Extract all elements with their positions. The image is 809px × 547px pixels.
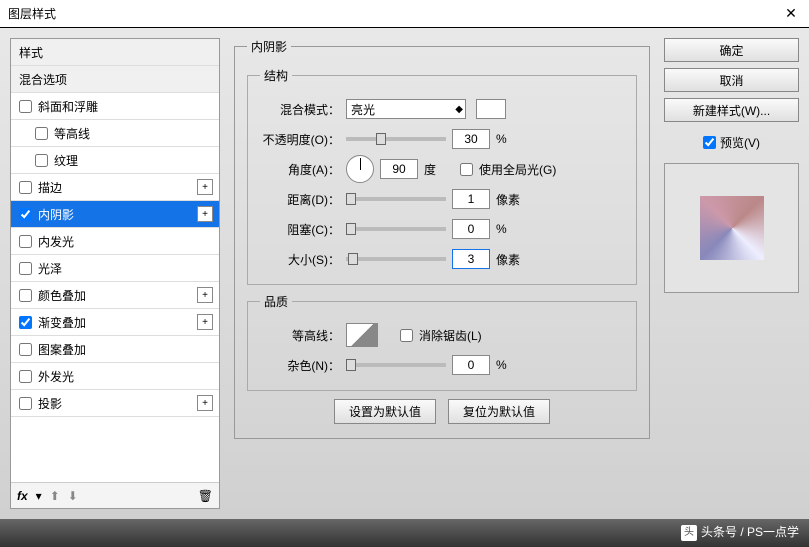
opacity-input[interactable] <box>452 129 490 149</box>
quality-group: 品质 等高线： 消除锯齿(L) 杂色(N)： % <box>247 293 637 391</box>
noise-input[interactable] <box>452 355 490 375</box>
sidebar-item-5[interactable]: 内发光 <box>11 228 219 255</box>
add-effect-icon[interactable]: + <box>197 287 213 303</box>
move-down-icon[interactable]: ⬇ <box>68 489 78 503</box>
list-footer: fx ▾ ⬆ ⬇ 🗑 <box>11 482 219 508</box>
sidebar-item-label: 渐变叠加 <box>38 314 86 331</box>
opacity-label: 不透明度(O)： <box>260 131 340 148</box>
angle-dial[interactable] <box>346 155 374 183</box>
trash-icon[interactable]: 🗑 <box>198 489 213 503</box>
sidebar-checkbox[interactable] <box>19 235 32 248</box>
list-header-styles[interactable]: 样式 <box>11 39 219 66</box>
sidebar-checkbox[interactable] <box>35 127 48 140</box>
blend-mode-select[interactable]: 亮光◆ <box>346 99 466 119</box>
antialias-checkbox[interactable] <box>400 329 413 342</box>
sidebar-item-label: 图案叠加 <box>38 341 86 358</box>
styles-list-panel: 样式 混合选项 斜面和浮雕等高线纹理描边 + 内阴影 + 内发光光泽颜色叠加 + 渐变叠加 +… <box>10 38 220 509</box>
global-light-checkbox[interactable] <box>460 163 473 176</box>
sidebar-item-label: 内阴影 <box>38 206 74 223</box>
sidebar-item-label: 光泽 <box>38 260 62 277</box>
blend-mode-label: 混合模式： <box>260 101 340 118</box>
sidebar-checkbox[interactable] <box>35 154 48 167</box>
close-icon[interactable]: ✕ <box>781 4 801 24</box>
sidebar-item-label: 外发光 <box>38 368 74 385</box>
choke-label: 阻塞(C)： <box>260 221 340 238</box>
ok-button[interactable]: 确定 <box>664 38 799 62</box>
distance-slider[interactable] <box>346 197 446 201</box>
sidebar-item-3[interactable]: 描边 + <box>11 174 219 201</box>
sidebar-checkbox[interactable] <box>19 397 32 410</box>
structure-group: 结构 混合模式： 亮光◆ 不透明度(O)： % 角度(A)： 度 <box>247 67 637 285</box>
size-slider[interactable] <box>346 257 446 261</box>
add-effect-icon[interactable]: + <box>197 395 213 411</box>
size-input[interactable] <box>452 249 490 269</box>
add-effect-icon[interactable]: + <box>197 314 213 330</box>
sidebar-item-label: 斜面和浮雕 <box>38 98 98 115</box>
sidebar-item-label: 等高线 <box>54 125 90 142</box>
preview-box <box>664 163 799 293</box>
contour-picker[interactable] <box>346 323 378 347</box>
add-effect-icon[interactable]: + <box>197 206 213 222</box>
sidebar-checkbox[interactable] <box>19 343 32 356</box>
sidebar-item-label: 描边 <box>38 179 62 196</box>
sidebar-item-10[interactable]: 外发光 <box>11 363 219 390</box>
cancel-button[interactable]: 取消 <box>664 68 799 92</box>
sidebar-checkbox[interactable] <box>19 262 32 275</box>
sidebar-item-8[interactable]: 渐变叠加 + <box>11 309 219 336</box>
choke-input[interactable] <box>452 219 490 239</box>
opacity-slider[interactable] <box>346 137 446 141</box>
titlebar: 图层样式 ✕ <box>0 0 809 28</box>
panel-title: 内阴影 <box>247 38 291 55</box>
move-up-icon[interactable]: ⬆ <box>50 489 60 503</box>
list-header-blend[interactable]: 混合选项 <box>11 66 219 93</box>
sidebar-item-9[interactable]: 图案叠加 <box>11 336 219 363</box>
reset-default-button[interactable]: 复位为默认值 <box>448 399 550 424</box>
preview-thumbnail <box>700 196 764 260</box>
preview-checkbox[interactable] <box>703 136 716 149</box>
watermark: 头头条号 / PS一点学 <box>681 523 799 541</box>
angle-label: 角度(A)： <box>260 161 340 178</box>
sidebar-item-2[interactable]: 纹理 <box>11 147 219 174</box>
sidebar-item-1[interactable]: 等高线 <box>11 120 219 147</box>
sidebar-checkbox[interactable] <box>19 208 32 221</box>
add-effect-icon[interactable]: + <box>197 179 213 195</box>
sidebar-item-7[interactable]: 颜色叠加 + <box>11 282 219 309</box>
distance-label: 距离(D)： <box>260 191 340 208</box>
window-title: 图层样式 <box>8 5 781 22</box>
sidebar-item-4[interactable]: 内阴影 + <box>11 201 219 228</box>
color-swatch[interactable] <box>476 99 506 119</box>
watermark-logo-icon: 头 <box>681 525 697 541</box>
fx-menu[interactable]: fx <box>17 489 28 503</box>
noise-label: 杂色(N)： <box>260 357 340 374</box>
new-style-button[interactable]: 新建样式(W)... <box>664 98 799 122</box>
sidebar-checkbox[interactable] <box>19 181 32 194</box>
contour-label: 等高线： <box>260 327 340 344</box>
sidebar-checkbox[interactable] <box>19 316 32 329</box>
sidebar-checkbox[interactable] <box>19 289 32 302</box>
noise-slider[interactable] <box>346 363 446 367</box>
make-default-button[interactable]: 设置为默认值 <box>334 399 436 424</box>
sidebar-item-label: 内发光 <box>38 233 74 250</box>
sidebar-item-11[interactable]: 投影 + <box>11 390 219 417</box>
sidebar-checkbox[interactable] <box>19 100 32 113</box>
settings-panel: 内阴影 结构 混合模式： 亮光◆ 不透明度(O)： % 角度(A)： <box>230 38 654 509</box>
sidebar-item-label: 投影 <box>38 395 62 412</box>
inner-shadow-group: 内阴影 结构 混合模式： 亮光◆ 不透明度(O)： % 角度(A)： <box>234 38 650 439</box>
right-panel: 确定 取消 新建样式(W)... 预览(V) <box>664 38 799 509</box>
fx-caret-icon[interactable]: ▾ <box>36 489 42 503</box>
sidebar-checkbox[interactable] <box>19 370 32 383</box>
styles-list: 样式 混合选项 斜面和浮雕等高线纹理描边 + 内阴影 + 内发光光泽颜色叠加 + 渐变叠加 +… <box>11 39 219 482</box>
size-label: 大小(S)： <box>260 251 340 268</box>
dialog-body: 样式 混合选项 斜面和浮雕等高线纹理描边 + 内阴影 + 内发光光泽颜色叠加 + 渐变叠加 +… <box>0 28 809 519</box>
sidebar-item-6[interactable]: 光泽 <box>11 255 219 282</box>
sidebar-item-label: 纹理 <box>54 152 78 169</box>
sidebar-item-0[interactable]: 斜面和浮雕 <box>11 93 219 120</box>
sidebar-item-label: 颜色叠加 <box>38 287 86 304</box>
angle-input[interactable] <box>380 159 418 179</box>
chevron-down-icon: ◆ <box>455 104 463 115</box>
choke-slider[interactable] <box>346 227 446 231</box>
distance-input[interactable] <box>452 189 490 209</box>
